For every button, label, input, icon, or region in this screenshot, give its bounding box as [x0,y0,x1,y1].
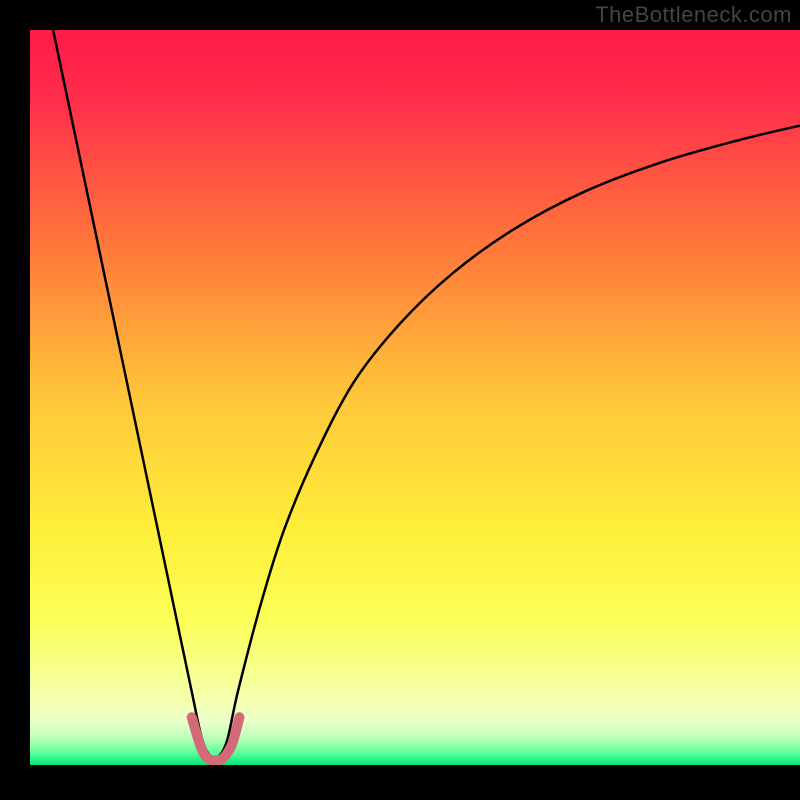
watermark-text: TheBottleneck.com [595,2,792,28]
chart-background-gradient [30,30,800,765]
chart-plot-area [30,30,800,765]
